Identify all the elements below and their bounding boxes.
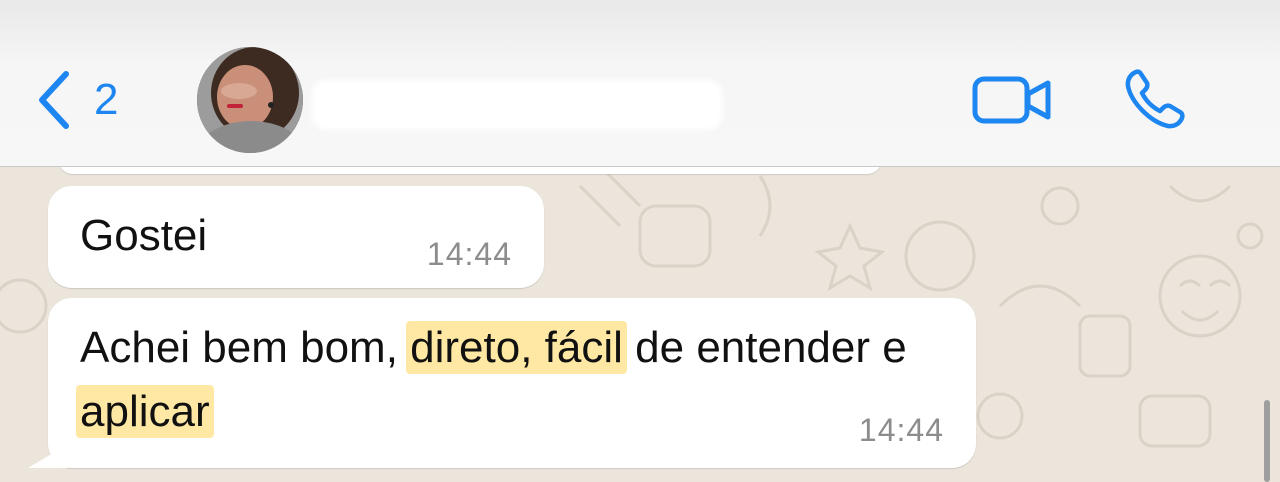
message-bubble[interactable]: Achei bem bom, direto, fácil de entender…	[48, 298, 976, 468]
name-redaction	[312, 80, 722, 130]
highlighted-text: direto, fácil	[406, 321, 627, 374]
message-text-part: de entender e	[622, 323, 907, 372]
video-call-button[interactable]	[972, 76, 1052, 129]
chat-screen: 2 Gostei 14:44 Achei bem bom, direto, fá…	[0, 0, 1280, 482]
message-time: 14:44	[426, 236, 512, 272]
avatar[interactable]	[197, 47, 303, 153]
avatar-photo	[197, 47, 303, 153]
message-list[interactable]: Gostei 14:44 Achei bem bom, direto, fáci…	[0, 166, 1280, 482]
text-redaction	[228, 214, 398, 266]
contact-name[interactable]	[312, 74, 722, 134]
highlighted-text: aplicar	[76, 385, 214, 438]
unread-count: 2	[94, 75, 119, 124]
back-button[interactable]: 2	[36, 70, 118, 130]
phone-icon	[1125, 69, 1185, 129]
message-text: Achei bem bom, direto, fácil de entender…	[76, 316, 940, 444]
chat-header: 2	[0, 0, 1280, 167]
video-call-icon	[972, 76, 1051, 124]
message-text: Gostei	[80, 211, 208, 260]
previous-message-bubble	[58, 166, 882, 174]
chevron-left-icon	[39, 71, 69, 129]
message-time: 14:44	[858, 412, 944, 448]
message-text-part: Achei bem bom,	[80, 323, 411, 372]
message-bubble[interactable]: Gostei 14:44	[48, 186, 544, 288]
voice-call-button[interactable]	[1122, 66, 1188, 137]
scrollbar[interactable]	[1264, 400, 1270, 482]
